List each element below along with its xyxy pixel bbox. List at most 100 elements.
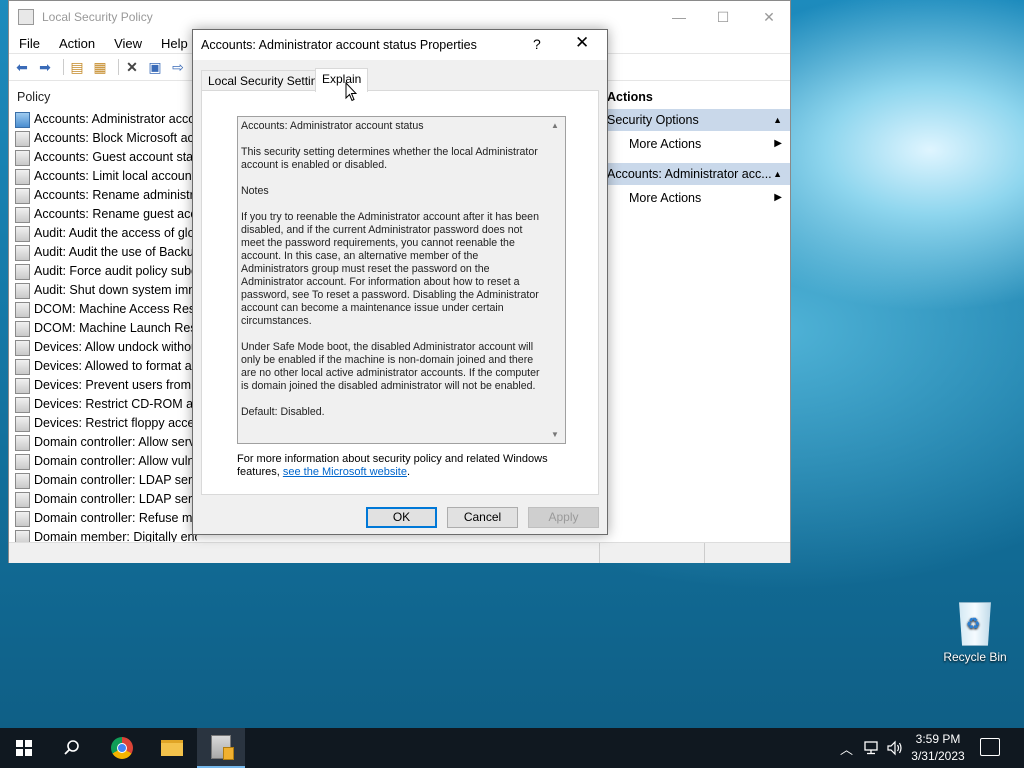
dialog-title: Accounts: Administrator account status P… [201,38,477,52]
properties-icon[interactable]: ▣ [146,58,164,76]
vertical-scrollbar[interactable]: ▲ ▼ [548,117,565,443]
policy-row[interactable]: DCOM: Machine Launch Restrictions [9,319,197,338]
dialog-close-button[interactable]: ✕ [575,33,589,53]
policy-icon [15,320,30,337]
file-explorer-icon [161,740,183,756]
policy-icon [15,510,30,527]
policy-icon [15,358,30,375]
policy-row[interactable]: Devices: Allowed to format and eject rem… [9,357,197,376]
ok-button[interactable]: OK [366,507,437,528]
policy-name: Devices: Prevent users from installing p… [34,378,197,392]
actions-section-selected-policy[interactable]: Accounts: Administrator acc... ▲ [607,163,790,185]
explain-heading: Accounts: Administrator account status [241,120,424,132]
policy-icon [15,225,30,242]
submenu-arrow-icon: ▶ [774,138,782,149]
export-list-icon[interactable]: ⇨ [169,58,187,76]
dialog-title-bar[interactable]: Accounts: Administrator account status P… [193,30,607,60]
policy-row[interactable]: Devices: Restrict floppy access to local… [9,414,197,433]
actions-section-security-options[interactable]: Security Options ▲ [607,109,790,131]
policy-row[interactable]: Domain member: Digitally encrypt or sign… [9,528,197,542]
policy-row[interactable]: Devices: Allow undock without having to … [9,338,197,357]
collapse-icon[interactable]: ▲ [773,109,782,131]
policy-row[interactable]: Accounts: Limit local account use of bla… [9,167,197,186]
policy-name: Domain member: Digitally encrypt or sign… [34,530,197,542]
policy-row[interactable]: Domain controller: Allow vulnerable Netl… [9,452,197,471]
policy-row[interactable]: Audit: Audit the access of global system… [9,224,197,243]
policy-icon [15,282,30,299]
tab-local-security-setting[interactable]: Local Security Setting [201,70,332,91]
policy-row[interactable]: Accounts: Guest account status [9,148,197,167]
policy-row[interactable]: DCOM: Machine Access Restrictions [9,300,197,319]
menu-file[interactable]: File [19,36,40,51]
policy-icon [15,111,30,128]
policy-icon [15,244,30,261]
policy-icon [15,301,30,318]
back-icon[interactable]: ⬅ [13,58,31,76]
more-info-text: For more information about security poli… [237,453,557,479]
policy-row[interactable]: Audit: Force audit policy subcategory se… [9,262,197,281]
help-button[interactable]: ? [533,36,541,52]
explain-text-box[interactable]: Accounts: Administrator account status T… [237,116,566,444]
local-security-policy-taskbar-button[interactable] [197,728,245,768]
file-explorer-taskbar-button[interactable] [148,728,196,768]
scroll-up-icon[interactable]: ▲ [551,121,559,130]
toolbar-separator [63,59,64,75]
policy-column-header[interactable]: Policy [9,84,197,110]
recycle-bin-icon: ♻ [959,602,991,646]
menu-view[interactable]: View [114,36,142,51]
policy-row[interactable]: Audit: Audit the use of Backup and Resto… [9,243,197,262]
tab-explain[interactable]: Explain [315,68,369,92]
policy-icon [15,187,30,204]
policy-row[interactable]: Devices: Prevent users from installing p… [9,376,197,395]
policy-icon [15,263,30,280]
network-icon[interactable] [862,728,880,768]
policy-name: Accounts: Rename administrator account [34,188,197,202]
maximize-button[interactable]: ☐ [700,1,746,33]
policy-icon [15,396,30,413]
status-bar [9,542,790,563]
explain-text: Accounts: Administrator account status T… [238,117,548,432]
policy-row[interactable]: Domain controller: Allow server operator… [9,433,197,452]
system-clock[interactable]: 3:59 PM 3/31/2023 [905,731,971,765]
window-title: Local Security Policy [42,10,153,24]
search-button[interactable] [48,728,96,768]
start-button[interactable] [0,728,48,768]
cancel-button[interactable]: Cancel [447,507,518,528]
policy-row[interactable]: Accounts: Rename guest account [9,205,197,224]
policy-row[interactable]: Accounts: Rename administrator account [9,186,197,205]
microsoft-website-link[interactable]: see the Microsoft website [283,466,407,478]
chrome-taskbar-button[interactable] [98,728,146,768]
policy-row[interactable]: Devices: Restrict CD-ROM access to local… [9,395,197,414]
show-hide-tree-icon[interactable]: ▦ [91,58,109,76]
policy-icon [15,149,30,166]
policy-icon [15,339,30,356]
delete-icon[interactable]: ✕ [123,58,141,76]
policy-name: Domain controller: Refuse machine accoun… [34,511,197,525]
collapse-icon[interactable]: ▲ [773,163,782,185]
minimize-button[interactable]: — [656,1,702,33]
volume-icon[interactable] [886,728,904,768]
more-actions-label: More Actions [629,191,702,205]
policy-row[interactable]: Audit: Shut down system immediately [9,281,197,300]
forward-icon[interactable]: ➡ [36,58,54,76]
policy-row[interactable]: Domain controller: Refuse machine accoun… [9,509,197,528]
apply-button[interactable]: Apply [528,507,599,528]
close-button[interactable]: ✕ [746,1,792,33]
taskbar: ︿ 3:59 PM 3/31/2023 [0,728,1024,768]
policy-icon [15,377,30,394]
more-actions-item[interactable]: More Actions ▶ [607,133,790,155]
menu-help[interactable]: Help [161,36,188,51]
policy-row[interactable]: Accounts: Block Microsoft accounts [9,129,197,148]
recycle-bin-shortcut[interactable]: ♻ Recycle Bin [940,600,1010,664]
policy-row[interactable]: Domain controller: LDAP server signing r… [9,490,197,509]
policy-row[interactable]: Accounts: Administrator account status [9,110,197,129]
menu-action[interactable]: Action [59,36,95,51]
show-hidden-icons-button[interactable]: ︿ [840,728,853,768]
policy-row[interactable]: Domain controller: LDAP server channel b… [9,471,197,490]
up-folder-icon[interactable]: ▤ [68,58,86,76]
action-center-icon[interactable] [980,738,1000,756]
scroll-down-icon[interactable]: ▼ [551,430,559,439]
policy-icon [15,434,30,451]
policy-name: Accounts: Block Microsoft accounts [34,131,197,145]
more-actions-item[interactable]: More Actions ▶ [607,187,790,209]
